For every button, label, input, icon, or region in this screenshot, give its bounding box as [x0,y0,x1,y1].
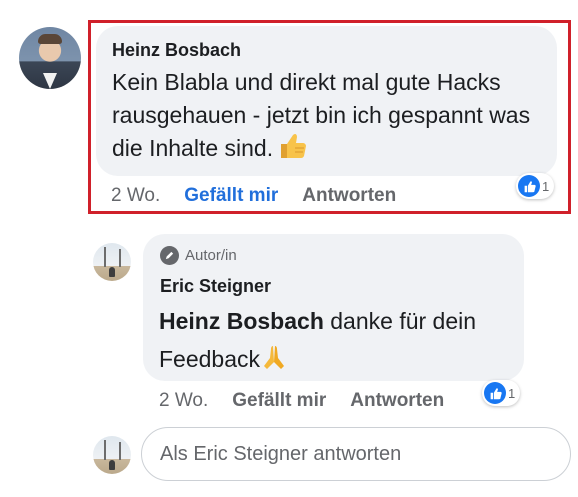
reaction-count: 1 [542,178,550,194]
like-button[interactable]: Gefällt mir [232,390,326,411]
comment-text-body: Kein Blabla und direkt mal gute Hacks ra… [112,69,531,161]
thumbs-up-emoji-icon [281,133,307,158]
avatar-palm [119,442,121,460]
comment-text: Kein Blabla und direkt mal gute Hacks ra… [112,66,552,165]
avatar-current-user [93,436,131,474]
author-badge-label: Autor/in [185,247,237,264]
reply-input[interactable]: Als Eric Steigner antworten [141,427,571,481]
comment-thread: Heinz Bosbach Kein Blabla und direkt mal… [0,0,578,497]
avatar-heinz-bosbach[interactable] [19,27,81,89]
comment-timestamp[interactable]: 2 Wo. [111,185,160,206]
comment-author[interactable]: Heinz Bosbach [112,40,241,61]
reaction-summary[interactable]: 1 [482,380,521,406]
avatar-palm [104,440,106,460]
reply-timestamp[interactable]: 2 Wo. [159,390,208,411]
reply-text: Heinz Bosbach danke für dein Feedback [159,302,519,378]
avatar-eric-steigner[interactable] [93,243,131,281]
like-button[interactable]: Gefällt mir [184,185,278,206]
reply-meta: 2 Wo. Gefällt mir Antworten [159,390,444,412]
reply-author[interactable]: Eric Steigner [160,276,271,297]
reply-button[interactable]: Antworten [350,390,444,411]
avatar-palm [119,249,121,267]
reaction-summary[interactable]: 1 [516,173,555,199]
avatar-figure [109,267,115,277]
comment-meta: 2 Wo. Gefällt mir Antworten [111,185,396,207]
praying-hands-emoji-icon [264,346,285,369]
like-icon [484,382,506,404]
reply-button[interactable]: Antworten [302,185,396,206]
avatar-palm [104,247,106,267]
reply-input-placeholder: Als Eric Steigner antworten [160,442,402,465]
avatar-hair [38,34,62,44]
pen-icon [160,246,179,265]
avatar-shirt [43,73,57,89]
author-badge: Autor/in [160,246,237,265]
avatar-figure [109,460,115,470]
like-icon [518,175,540,197]
reaction-count: 1 [508,385,516,401]
mention-link[interactable]: Heinz Bosbach [159,308,324,334]
